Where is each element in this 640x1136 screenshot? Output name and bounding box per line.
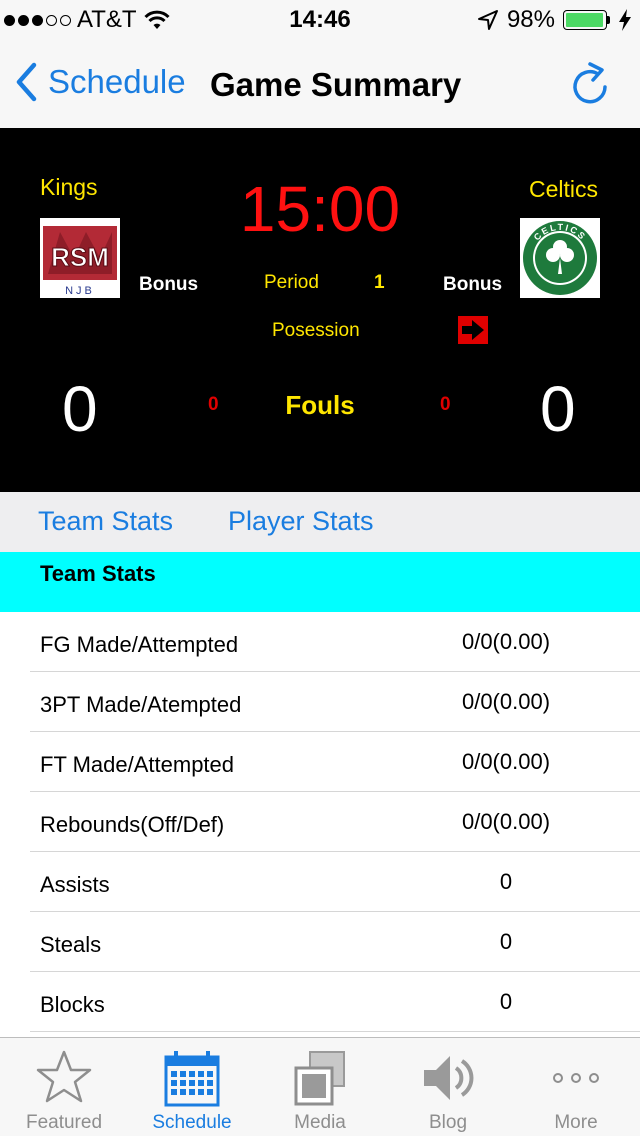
- stat-label: Steals: [40, 932, 102, 957]
- star-icon: [36, 1050, 92, 1103]
- game-clock: 15:00: [239, 173, 401, 245]
- calendar-icon: [164, 1051, 220, 1107]
- tab-label: Featured: [25, 1112, 103, 1133]
- tab-label: Schedule: [152, 1112, 232, 1133]
- stat-row-rebounds: Rebounds(Off/Def) 0/0(0.00): [0, 792, 640, 852]
- stat-label: Assists: [40, 872, 110, 897]
- location-arrow-icon: [477, 10, 498, 30]
- period-label: Period: [264, 272, 319, 293]
- tab-bar: Featured Schedule Media Blog More: [0, 1037, 640, 1136]
- stat-value: 0/0(0.00): [461, 629, 551, 654]
- refresh-icon[interactable]: [568, 60, 610, 106]
- section-header: Team Stats: [0, 552, 640, 612]
- stat-value: 0/0(0.00): [461, 809, 551, 834]
- scoreboard: Kings Celtics RSM NJB CELTICS 15:00 Bonu: [0, 128, 640, 492]
- tab-featured[interactable]: Featured: [0, 1038, 128, 1136]
- media-icon: [294, 1051, 345, 1106]
- speaker-icon: [424, 1056, 474, 1100]
- svg-text:RSM: RSM: [51, 242, 109, 272]
- back-button-label: Schedule: [48, 63, 186, 100]
- stat-label: Blocks: [40, 992, 105, 1017]
- stat-value: 0: [499, 989, 513, 1014]
- svg-text:NJB: NJB: [65, 285, 95, 297]
- possession-arrow-icon: [458, 316, 488, 344]
- stat-value: 0: [499, 869, 513, 894]
- tab-more[interactable]: More: [512, 1038, 640, 1136]
- stat-row-3pt: 3PT Made/Atempted 0/0(0.00): [0, 672, 640, 732]
- page-title: Game Summary: [210, 66, 462, 103]
- tab-label: More: [554, 1112, 598, 1133]
- stat-row-steals: Steals 0: [0, 912, 640, 972]
- possession-label: Posession: [272, 320, 360, 341]
- stat-row-ft: FT Made/Attempted 0/0(0.00): [0, 732, 640, 792]
- home-bonus-label: Bonus: [139, 274, 199, 295]
- battery-percent: 98%: [506, 6, 555, 33]
- charging-bolt-icon: [619, 9, 631, 31]
- tab-media[interactable]: Media: [256, 1038, 384, 1136]
- stat-value: 0/0(0.00): [461, 749, 551, 774]
- tab-label: Media: [294, 1112, 346, 1133]
- tab-label: Blog: [428, 1112, 468, 1133]
- stat-label: FG Made/Attempted: [40, 632, 239, 657]
- stat-label: 3PT Made/Atempted: [40, 692, 242, 717]
- away-bonus-label: Bonus: [443, 274, 503, 295]
- tab-team-stats[interactable]: Team Stats: [38, 506, 173, 537]
- tab-blog[interactable]: Blog: [384, 1038, 512, 1136]
- status-right: 98%: [477, 6, 632, 34]
- fouls-label: Fouls: [285, 390, 355, 420]
- stats-segment-bar: Team Stats Player Stats: [0, 492, 640, 552]
- stat-row-blocks: Blocks 0: [0, 972, 640, 1032]
- section-title: Team Stats: [40, 561, 156, 586]
- stat-row-assists: Assists 0: [0, 852, 640, 912]
- chevron-left-icon: [16, 62, 37, 102]
- stat-value: 0/0(0.00): [461, 689, 551, 714]
- back-button[interactable]: Schedule: [14, 62, 186, 102]
- tab-player-stats[interactable]: Player Stats: [228, 506, 374, 537]
- more-icon: [553, 1073, 599, 1083]
- tab-schedule[interactable]: Schedule: [128, 1038, 256, 1136]
- period-value: 1: [374, 272, 385, 293]
- battery-icon: [563, 10, 610, 30]
- stat-row-fg: FG Made/Attempted 0/0(0.00): [0, 612, 640, 672]
- stat-label: FT Made/Attempted: [40, 752, 235, 777]
- navigation-bar: Schedule Game Summary: [0, 40, 640, 128]
- stat-label: Rebounds(Off/Def): [40, 812, 225, 837]
- stat-value: 0: [499, 929, 513, 954]
- team-stats-list[interactable]: FG Made/Attempted 0/0(0.00) 3PT Made/Ate…: [0, 612, 640, 1037]
- status-bar: AT&T 14:46 98%: [0, 0, 640, 40]
